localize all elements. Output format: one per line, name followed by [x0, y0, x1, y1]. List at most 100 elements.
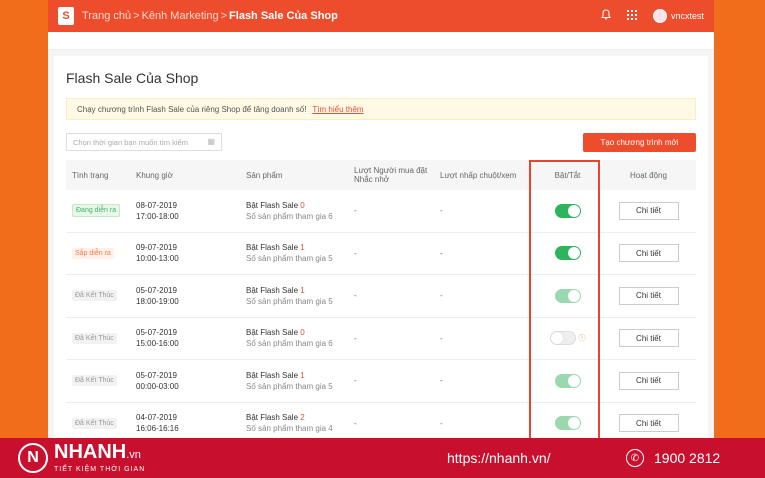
header-action: Hoạt động	[630, 170, 667, 180]
reminder-value: -	[354, 333, 357, 343]
footer-banner: N NHANH.vn TIẾT KIỆM THỜI GIAN https://n…	[0, 438, 765, 478]
breadcrumb-separator: >	[133, 10, 140, 22]
breadcrumb-current: Flash Sale Của Shop	[229, 10, 338, 22]
table-row: Đã Kết Thúc 04-07-2019 16:06-16:16 Bật Flas…	[66, 403, 696, 439]
shopee-logo-icon[interactable]: S	[58, 7, 74, 25]
table-row: Đã Kết Thúc 05-07-2019 18:00-19:00 Bật Flas…	[66, 275, 696, 318]
table-row: Đang diễn ra 08-07-2019 17:00-18:00 Bật Fla…	[66, 190, 696, 233]
phone-number: 1900 2812	[654, 450, 721, 466]
program-hours: 15:00-16:00	[136, 339, 179, 349]
header-product: Sản phẩm	[246, 170, 283, 180]
reminder-value: -	[354, 376, 357, 386]
table-row: Sắp diễn ra 09-07-2019 10:00-13:00 Bật Flas…	[66, 233, 696, 275]
toggle-knob	[567, 417, 580, 430]
detail-button[interactable]: Chi tiết	[618, 244, 679, 263]
date-search-placeholder: Chọn thời gian bạn muốn tìm kiếm	[73, 137, 188, 147]
breadcrumb-marketing[interactable]: Kênh Marketing	[142, 10, 219, 22]
username: vncxtest	[670, 10, 704, 21]
detail-button[interactable]: Chi tiết	[618, 329, 679, 348]
product-count: 1	[300, 285, 305, 295]
create-program-button[interactable]: Tạo chương trình mới	[583, 132, 696, 152]
product-count: 0	[300, 328, 305, 338]
brand-name: NHANH.vn	[54, 442, 145, 465]
product-subtext: Số sản phẩm tham gia 6	[246, 339, 333, 349]
header-status: Tình trạng	[72, 170, 109, 180]
flash-sale-toggle[interactable]	[554, 203, 581, 218]
reminder-value: -	[354, 418, 357, 428]
program-date: 05-07-2019	[136, 370, 177, 380]
status-badge: Đã Kết Thúc	[72, 290, 117, 302]
program-hours: 00:00-03:00	[136, 381, 179, 391]
status-badge: Sắp diễn ra	[72, 247, 114, 259]
user-menu[interactable]: vncxtest	[652, 9, 704, 23]
flash-sale-toggle[interactable]	[554, 373, 581, 388]
clicks-value: -	[440, 376, 443, 386]
calendar-icon: ▦	[207, 137, 215, 146]
clicks-value: -	[440, 418, 443, 428]
nhanh-logo-icon: N	[18, 443, 48, 473]
date-search-input[interactable]: Chọn thời gian bạn muốn tìm kiếm ▦	[66, 133, 222, 151]
toggle-knob	[567, 289, 580, 302]
website-url[interactable]: https://nhanh.vn/	[447, 450, 551, 466]
brand-suffix: .vn	[126, 449, 141, 461]
toggle-knob	[567, 247, 580, 260]
flash-sale-table: Tình trạng Khung giờ Sản phẩm Lượt Người…	[66, 160, 696, 438]
program-date: 04-07-2019	[136, 413, 177, 423]
flash-sale-toggle[interactable]	[549, 331, 576, 346]
top-navigation-bar: S Trang chủ > Kênh Marketing > Flash Sal…	[48, 0, 714, 32]
learn-more-link[interactable]: Tìm hiểu thêm	[312, 105, 363, 114]
product-title: Bật Flash Sale 0	[246, 327, 354, 338]
status-badge: Đang diễn ra	[72, 204, 121, 218]
program-date: 05-07-2019	[136, 285, 177, 295]
program-hours: 18:00-19:00	[136, 296, 179, 306]
info-notice: Chạy chương trình Flash Sale của riêng S…	[66, 98, 696, 120]
detail-button[interactable]: Chi tiết	[618, 201, 679, 220]
product-title: Bật Flash Sale 1	[246, 242, 354, 253]
program-date: 05-07-2019	[136, 328, 177, 338]
header-toggle: Bật/Tắt	[554, 170, 581, 180]
reminder-value: -	[354, 248, 357, 258]
clicks-value: -	[440, 291, 443, 301]
product-subtext: Số sản phẩm tham gia 5	[246, 381, 333, 391]
phone-contact[interactable]: ✆ 1900 2812	[626, 449, 720, 467]
flash-sale-toggle[interactable]	[554, 288, 581, 303]
detail-button[interactable]: Chi tiết	[618, 414, 679, 433]
product-title: Bật Flash Sale 0	[246, 200, 354, 211]
clicks-value: -	[440, 248, 443, 258]
product-subtext: Số sản phẩm tham gia 5	[246, 254, 333, 264]
header-time: Khung giờ	[136, 170, 173, 180]
product-title: Bật Flash Sale 1	[246, 370, 354, 381]
brand-tagline: TIẾT KIỆM THỜI GIAN	[54, 466, 146, 473]
toolbar: Chọn thời gian bạn muốn tìm kiếm ▦ Tạo c…	[66, 132, 696, 152]
header-clicks: Lượt nhấp chuột/xem	[440, 170, 517, 180]
phone-icon: ✆	[626, 449, 644, 467]
page-title: Flash Sale Của Shop	[66, 70, 199, 86]
header-reminder: Lượt Người mua đặt Nhắc nhở	[354, 166, 428, 184]
product-label: Bật Flash Sale	[246, 328, 299, 338]
nhanh-logo: N NHANH.vn TIẾT KIỆM THỜI GIAN	[18, 442, 145, 474]
flash-sale-toggle[interactable]	[554, 246, 581, 261]
product-title: Bật Flash Sale 2	[246, 412, 354, 423]
program-hours: 17:00-18:00	[136, 211, 179, 221]
main-content: Flash Sale Của Shop Chạy chương trình Fl…	[54, 56, 708, 438]
reminder-value: -	[354, 291, 357, 301]
product-label: Bật Flash Sale	[246, 200, 299, 210]
program-date: 09-07-2019	[136, 243, 177, 253]
product-subtext: Số sản phẩm tham gia 6	[246, 211, 333, 221]
product-label: Bật Flash Sale	[246, 243, 299, 253]
product-title: Bật Flash Sale 1	[246, 285, 354, 296]
brand-name-main: NHANH	[54, 441, 127, 463]
clicks-value: -	[440, 206, 443, 216]
product-label: Bật Flash Sale	[246, 285, 299, 295]
bell-icon[interactable]	[601, 9, 611, 23]
status-badge: Đã Kết Thúc	[72, 417, 117, 429]
flash-sale-toggle[interactable]	[554, 416, 581, 431]
detail-button[interactable]: Chi tiết	[618, 286, 679, 305]
product-count: 1	[300, 243, 305, 253]
detail-button[interactable]: Chi tiết	[618, 371, 679, 390]
grid-icon[interactable]	[626, 9, 637, 23]
toggle-knob	[567, 204, 580, 217]
product-subtext: Số sản phẩm tham gia 5	[246, 296, 333, 306]
product-count: 2	[300, 413, 305, 423]
breadcrumb-home[interactable]: Trang chủ	[82, 10, 131, 22]
